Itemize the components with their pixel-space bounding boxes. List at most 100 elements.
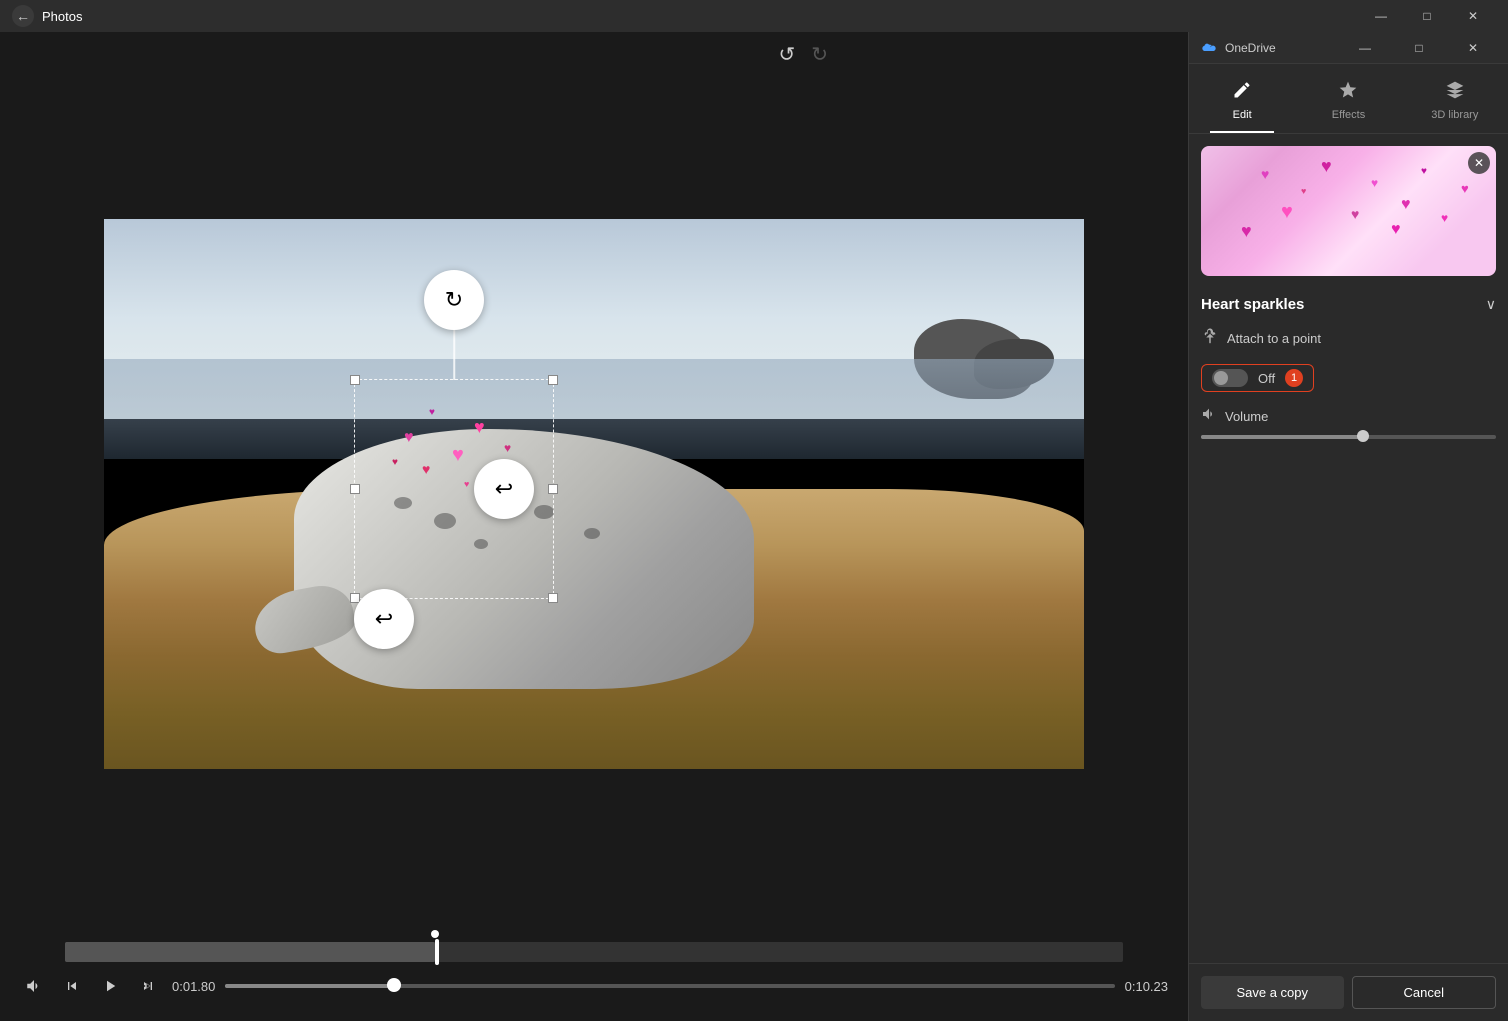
flip-button[interactable]: ↩ <box>474 459 534 519</box>
seal-spot <box>474 539 488 549</box>
volume-slider-fill <box>1201 435 1363 439</box>
volume-button[interactable] <box>20 972 48 1000</box>
panel-close-button[interactable]: ✕ <box>1450 32 1496 64</box>
total-time: 0:10.23 <box>1125 979 1168 994</box>
toggle-switch[interactable] <box>1212 369 1248 387</box>
tab-edit-label: Edit <box>1233 109 1252 121</box>
panel-content: ♥ ♥ ♥ ♥ ♥ ♥ ♥ ♥ ♥ ♥ ♥ ♥ ✕ <box>1189 134 1508 963</box>
tab-3dlibrary[interactable]: 3D library <box>1402 72 1508 133</box>
seal-spot <box>434 513 456 529</box>
controls-bar: 0:01.80 0:10.23 <box>0 921 1188 1021</box>
preview-heart: ♥ <box>1371 176 1378 190</box>
volume-icon <box>1201 406 1217 427</box>
close-icon: ✕ <box>1468 9 1478 23</box>
tool-tabs: Edit Effects 3D library <box>1189 64 1508 134</box>
toggle-row: Off 1 <box>1201 364 1314 392</box>
playback-controls: 0:01.80 0:10.23 <box>20 972 1168 1000</box>
titlebar: ← Photos — □ ✕ <box>0 0 1508 32</box>
panel-minimize-button[interactable]: — <box>1342 32 1388 64</box>
effect-preview-card: ♥ ♥ ♥ ♥ ♥ ♥ ♥ ♥ ♥ ♥ ♥ ♥ ✕ <box>1201 146 1496 276</box>
panel-bottom: Save a copy Cancel <box>1189 963 1508 1021</box>
effect-preview-image: ♥ ♥ ♥ ♥ ♥ ♥ ♥ ♥ ♥ ♥ ♥ ♥ <box>1201 146 1496 276</box>
attach-label: Attach to a point <box>1227 331 1321 346</box>
timeline-progress <box>65 942 435 962</box>
maximize-icon: □ <box>1423 9 1430 23</box>
main-layout: ↺ ↻ <box>0 32 1508 1021</box>
play-button[interactable] <box>96 972 124 1000</box>
preview-heart: ♥ <box>1301 186 1306 196</box>
volume-row: Volume <box>1201 406 1496 427</box>
right-panel: OneDrive — □ ✕ Edit <box>1188 32 1508 1021</box>
seek-bar[interactable] <box>225 984 1114 988</box>
undo-button[interactable]: ↺ <box>778 42 795 67</box>
titlebar-left: ← Photos <box>12 5 82 27</box>
skip-back-button[interactable] <box>58 972 86 1000</box>
effect-title-row: Heart sparkles ∨ <box>1201 296 1496 313</box>
preview-heart: ♥ <box>1351 206 1359 222</box>
effect-close-button[interactable]: ✕ <box>1468 152 1490 174</box>
seal-spot <box>534 505 554 519</box>
3dlibrary-tab-icon <box>1445 80 1465 105</box>
preview-heart: ♥ <box>1421 166 1427 177</box>
preview-heart: ♥ <box>1461 181 1469 196</box>
timeline-marker <box>431 930 439 938</box>
preview-heart: ♥ <box>1281 201 1293 224</box>
attach-row: Attach to a point <box>1201 327 1496 350</box>
seek-thumb[interactable] <box>387 978 401 992</box>
panel-close-icon: ✕ <box>1468 41 1478 55</box>
tab-3dlibrary-label: 3D library <box>1431 109 1478 121</box>
chevron-down-icon[interactable]: ∨ <box>1486 296 1496 313</box>
preview-heart: ♥ <box>1401 196 1411 214</box>
back-delete-button[interactable]: ↩ <box>354 589 414 649</box>
effect-title: Heart sparkles <box>1201 296 1304 313</box>
panel-maximize-icon: □ <box>1415 41 1422 55</box>
toggle-knob <box>1214 371 1228 385</box>
undo-redo-bar: ↺ ↻ <box>0 32 1188 67</box>
onedrive-logo-icon <box>1201 40 1217 56</box>
titlebar-controls: — □ ✕ <box>1358 0 1496 32</box>
volume-label: Volume <box>1225 409 1268 424</box>
tab-edit[interactable]: Edit <box>1189 72 1295 133</box>
current-time: 0:01.80 <box>172 979 215 994</box>
skip-forward-button[interactable] <box>134 972 162 1000</box>
anchor-icon <box>1201 327 1219 350</box>
panel-maximize-button[interactable]: □ <box>1396 32 1442 64</box>
panel-minimize-icon: — <box>1359 41 1371 55</box>
maximize-button[interactable]: □ <box>1404 0 1450 32</box>
seal-spot <box>394 497 412 509</box>
editor-area: ↺ ↻ <box>0 32 1188 1021</box>
preview-heart: ♥ <box>1241 221 1252 242</box>
effect-close-icon: ✕ <box>1474 156 1484 170</box>
timeline-thumb[interactable] <box>435 939 439 965</box>
redo-button[interactable]: ↻ <box>811 42 828 67</box>
preview-heart: ♥ <box>1391 221 1401 239</box>
video-container: ↻ ↩ ↩ ♥ ♥ ♥ ♥ ♥ <box>0 67 1188 921</box>
back-icon: ← <box>16 8 30 24</box>
onedrive-label: OneDrive <box>1225 41 1276 55</box>
tab-effects-label: Effects <box>1332 109 1365 121</box>
close-button[interactable]: ✕ <box>1450 0 1496 32</box>
minimize-icon: — <box>1375 9 1387 23</box>
tab-effects[interactable]: Effects <box>1295 72 1401 133</box>
minimize-button[interactable]: — <box>1358 0 1404 32</box>
app-title: Photos <box>42 9 82 24</box>
preview-heart: ♥ <box>1261 166 1269 182</box>
toggle-label: Off <box>1258 371 1275 386</box>
seek-progress <box>225 984 394 988</box>
preview-heart: ♥ <box>1441 211 1448 225</box>
edit-tab-icon <box>1232 80 1252 105</box>
effects-tab-icon <box>1338 80 1358 105</box>
timeline-strip[interactable] <box>65 942 1123 962</box>
volume-slider-thumb[interactable] <box>1357 430 1369 442</box>
seal-body <box>234 369 784 689</box>
cancel-button[interactable]: Cancel <box>1352 976 1497 1009</box>
preview-heart: ♥ <box>1321 156 1332 177</box>
back-button[interactable]: ← <box>12 5 34 27</box>
seal-spot <box>584 528 600 539</box>
toggle-badge: 1 <box>1285 369 1303 387</box>
onedrive-header: OneDrive — □ ✕ <box>1189 32 1508 64</box>
volume-slider[interactable] <box>1201 435 1496 439</box>
effect-controls: Heart sparkles ∨ Attach to a point Off <box>1189 288 1508 457</box>
video-frame[interactable]: ↻ ↩ ↩ ♥ ♥ ♥ ♥ ♥ <box>104 219 1084 769</box>
save-copy-button[interactable]: Save a copy <box>1201 976 1344 1009</box>
